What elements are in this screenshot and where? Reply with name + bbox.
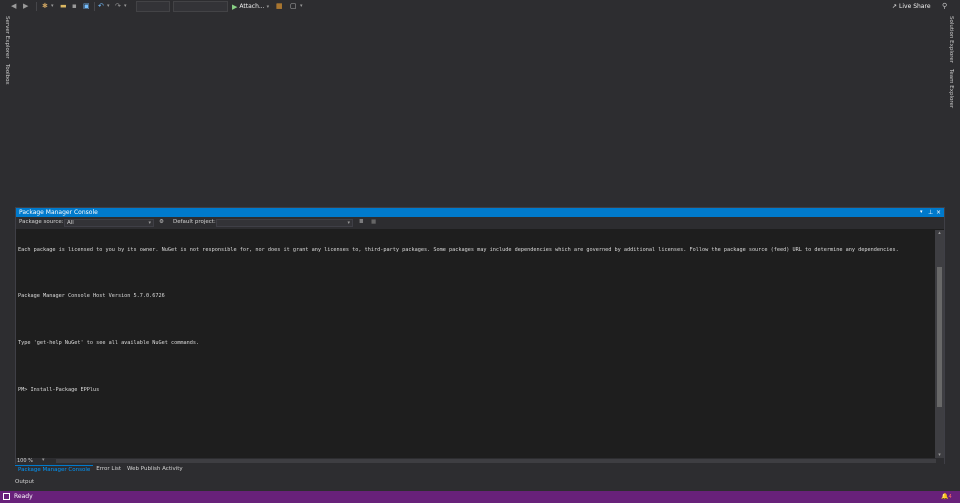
panel-title: Package Manager Console — [19, 209, 98, 216]
redo-icon[interactable]: ↷ — [115, 2, 121, 11]
save-all-icon[interactable]: ▣ — [83, 2, 90, 11]
new-project-icon[interactable]: ✱ — [42, 2, 48, 11]
notification-count: 4 — [948, 494, 952, 500]
package-source-value: All — [67, 220, 74, 226]
undo-dropdown-icon[interactable]: ▾ — [107, 2, 110, 11]
console-line: PM> Install-Package EPPlus — [18, 386, 100, 393]
save-icon[interactable]: ▪ — [72, 2, 77, 11]
main-toolbar: ◀ ▶ ✱ ▾ ▬ ▪ ▣ ↶ ▾ ↷ ▾ ▶ Attach... ▾ ▦ ▢ … — [0, 0, 960, 13]
panel-title-bar: Package Manager Console ▾ ⊥ × — [16, 208, 944, 217]
pin-icon[interactable]: ⊥ — [928, 208, 933, 217]
start-icon: ▶ — [232, 2, 238, 11]
console-output[interactable]: Each package is licensed to you by its o… — [18, 231, 933, 456]
package-source-select[interactable]: All ▾ — [64, 219, 154, 227]
close-icon[interactable]: × — [936, 208, 941, 217]
solution-explorer-tab[interactable]: Solution Explorer — [948, 16, 954, 63]
vertical-scroll-thumb[interactable] — [937, 267, 942, 407]
status-icon — [3, 493, 10, 500]
open-icon[interactable]: ▬ — [60, 2, 67, 11]
chevron-down-icon: ▾ — [347, 220, 350, 226]
console-line: Each package is licensed to you by its o… — [18, 246, 899, 253]
tab-package-manager-console[interactable]: Package Manager Console — [15, 465, 94, 474]
toolbar-options-icon[interactable]: ▾ — [300, 2, 303, 11]
default-project-select[interactable]: ▾ — [216, 219, 353, 227]
stop-icon[interactable]: ■ — [371, 219, 376, 225]
browser-link-icon[interactable]: ▦ — [276, 2, 283, 11]
console-line: Type 'get-help NuGet' to see all availab… — [18, 340, 200, 347]
forward-icon[interactable]: ▶ — [23, 2, 28, 11]
solution-platform-combo[interactable] — [173, 1, 228, 12]
console-line: Package Manager Console Host Version 5.7… — [18, 293, 165, 300]
package-manager-console-panel: Package Manager Console ▾ ⊥ × Package so… — [15, 207, 945, 464]
layout-icon[interactable]: ▢ — [290, 2, 297, 11]
attach-dropdown-icon[interactable]: ▾ — [267, 4, 270, 10]
new-project-dropdown-icon[interactable]: ▾ — [51, 2, 54, 11]
back-icon[interactable]: ◀ — [11, 2, 16, 11]
toolbar-separator — [94, 2, 95, 11]
attach-label: Attach... — [239, 3, 265, 10]
live-share-label: Live Share — [899, 3, 931, 10]
vertical-scrollbar[interactable]: ▴ ▾ — [935, 230, 944, 458]
person-icon[interactable]: ⚲ — [942, 2, 947, 11]
chevron-down-icon: ▾ — [148, 220, 151, 226]
tab-error-list[interactable]: Error List — [93, 465, 124, 474]
zoom-dropdown-icon[interactable]: ▾ — [42, 457, 45, 463]
tab-web-publish-activity[interactable]: Web Publish Activity — [124, 465, 186, 474]
status-bar: Ready 🔔4 — [0, 491, 960, 503]
horizontal-scrollbar[interactable] — [56, 459, 936, 463]
solution-configuration-combo[interactable] — [136, 1, 170, 12]
zoom-level[interactable]: 100 % — [17, 458, 39, 464]
attach-button[interactable]: ▶ Attach... ▾ — [232, 1, 269, 12]
server-explorer-tab[interactable]: Server Explorer — [4, 16, 10, 59]
panel-dropdown-icon[interactable]: ▾ — [920, 208, 923, 217]
clear-console-icon[interactable]: ≣ — [359, 219, 364, 225]
undo-icon[interactable]: ↶ — [98, 2, 104, 11]
console-options-bar: Package source: All ▾ ⚙ Default project:… — [16, 217, 944, 229]
toolbar-separator — [36, 2, 37, 11]
status-text: Ready — [14, 493, 33, 500]
team-explorer-tab[interactable]: Team Explorer — [948, 69, 954, 108]
settings-icon[interactable]: ⚙ — [159, 219, 164, 225]
console-bottom-bar: 100 % ▾ — [16, 457, 944, 464]
default-project-label: Default project: — [173, 219, 216, 225]
package-source-label: Package source: — [19, 219, 64, 225]
live-share-button[interactable]: ↗ Live Share — [892, 1, 931, 12]
toolbox-tab[interactable]: Toolbox — [4, 64, 10, 85]
live-share-icon: ↗ — [892, 3, 898, 10]
scroll-up-icon[interactable]: ▴ — [935, 230, 944, 236]
redo-dropdown-icon[interactable]: ▾ — [124, 2, 127, 11]
tab-output[interactable]: Output — [15, 479, 34, 485]
notifications-button[interactable]: 🔔4 — [941, 492, 952, 502]
tool-window-tabs: Package Manager Console Error List Web P… — [15, 465, 186, 474]
